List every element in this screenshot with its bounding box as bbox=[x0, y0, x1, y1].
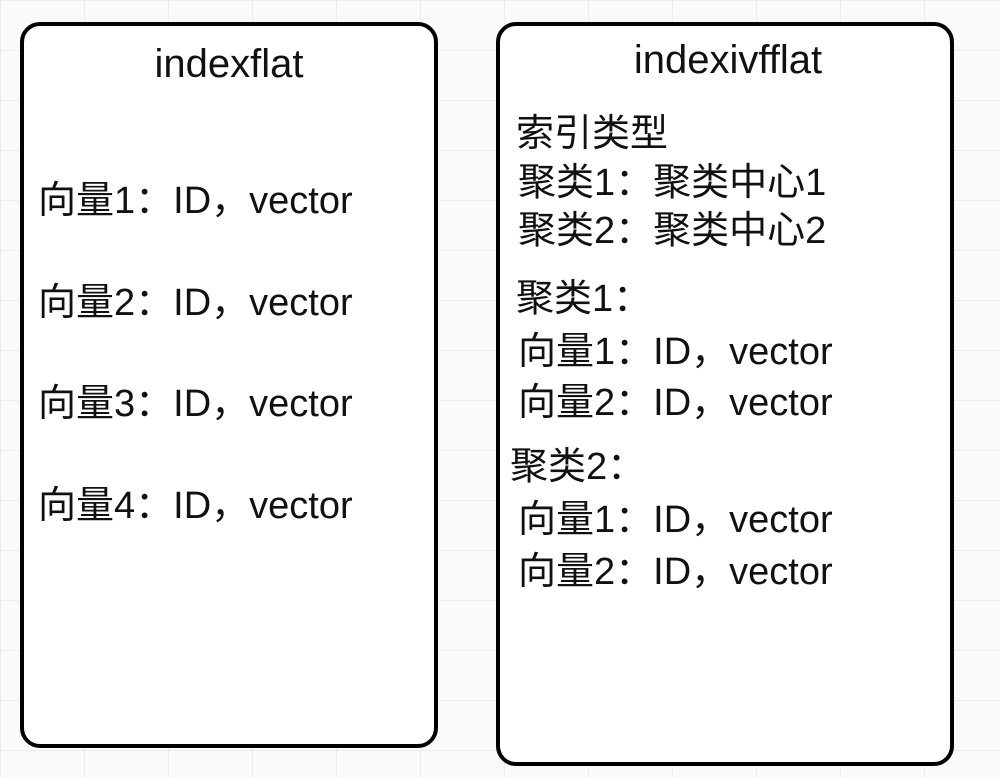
vector-row: 向量4：ID，vector bbox=[38, 485, 420, 529]
indexivfflat-title: indexivfflat bbox=[510, 36, 946, 84]
vector-row: 向量1：ID，vector bbox=[510, 500, 946, 542]
cluster-center-row: 聚类1：聚类中心1 bbox=[510, 163, 946, 205]
vector-row: 向量3：ID，vector bbox=[38, 383, 420, 427]
indexivfflat-box: indexivfflat 索引类型 聚类1：聚类中心1 聚类2：聚类中心2 聚类… bbox=[496, 22, 954, 766]
indexflat-box: indexflat 向量1：ID，vector 向量2：ID，vector 向量… bbox=[20, 22, 438, 748]
cluster-label: 聚类1： bbox=[510, 267, 946, 322]
vector-row: 向量1：ID，vector bbox=[510, 332, 946, 374]
vector-row: 向量1：ID，vector bbox=[38, 180, 420, 224]
cluster-center-row: 聚类2：聚类中心2 bbox=[510, 211, 946, 253]
vector-row: 向量2：ID，vector bbox=[38, 282, 420, 326]
index-type-label: 索引类型 bbox=[510, 102, 946, 157]
vector-row: 向量2：ID，vector bbox=[510, 552, 946, 594]
cluster-label: 聚类2： bbox=[510, 435, 946, 490]
indexflat-body: 向量1：ID，vector 向量2：ID，vector 向量3：ID，vecto… bbox=[38, 180, 420, 529]
indexflat-title: indexflat bbox=[38, 40, 420, 88]
vector-row: 向量2：ID，vector bbox=[510, 383, 946, 425]
